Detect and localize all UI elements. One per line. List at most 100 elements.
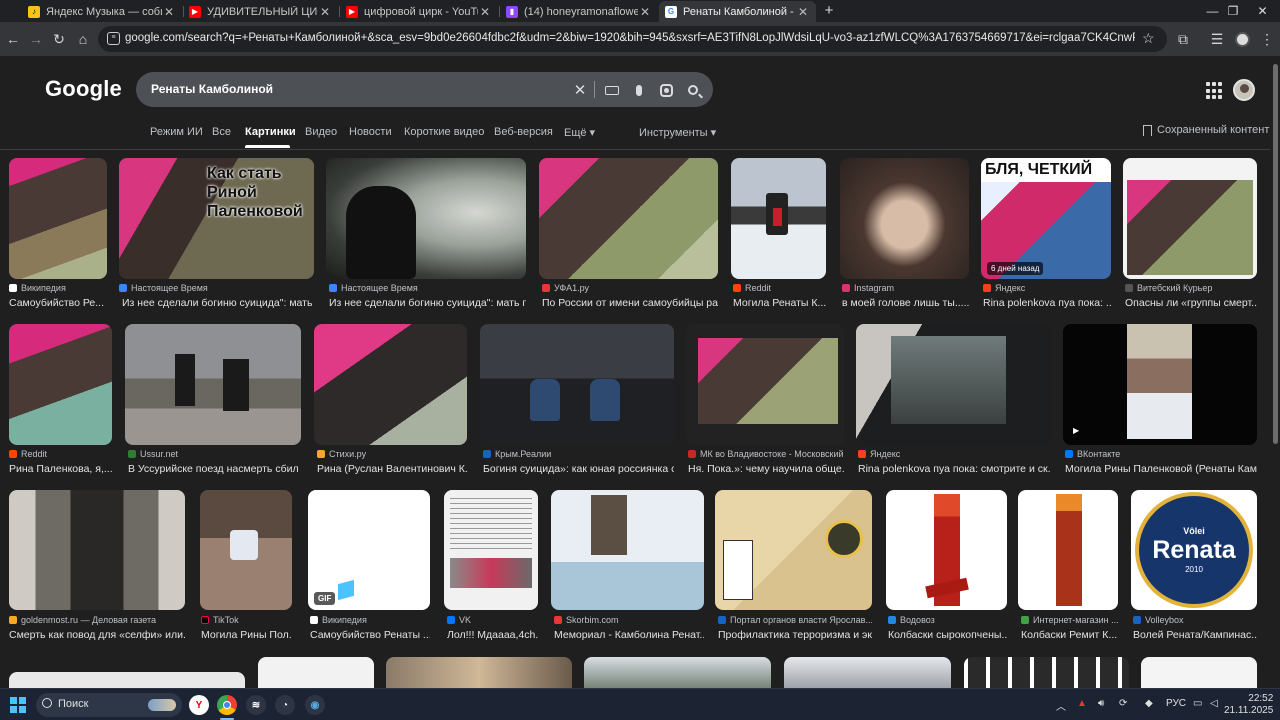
close-tab-icon[interactable]: ✕: [318, 5, 332, 19]
image-result[interactable]: Настоящее Время Из нее сделали богиню су…: [326, 158, 526, 309]
forward-button[interactable]: →: [25, 28, 47, 50]
tab-ai-mode[interactable]: Режим ИИ: [150, 126, 203, 138]
image-result[interactable]: Водовоз Колбаски сырокопчены...: [886, 490, 1007, 641]
result-thumbnail[interactable]: [551, 490, 704, 610]
taskbar-search[interactable]: Поиск: [36, 693, 182, 717]
close-tab-icon[interactable]: ✕: [162, 5, 176, 19]
tray-app-icon[interactable]: ▲: [1077, 698, 1087, 709]
image-result[interactable]: [964, 657, 1129, 688]
address-bar[interactable]: ≡ google.com/search?q=+Ренаты+Камболиной…: [98, 26, 1167, 52]
image-result[interactable]: [1141, 657, 1257, 688]
image-result[interactable]: Vôlei Renata 2010 Volleybox Волей Рената…: [1131, 490, 1257, 641]
close-tab-icon[interactable]: ✕: [638, 5, 652, 19]
tab-web[interactable]: Веб-версия: [494, 126, 553, 138]
tab-google-search[interactable]: G Ренаты Камболиной - Поиск в ✕: [659, 1, 816, 22]
search-icon[interactable]: [684, 81, 703, 99]
result-thumbnail[interactable]: [326, 158, 526, 279]
app-icon-2[interactable]: ◉: [305, 695, 325, 715]
image-result[interactable]: goldenmost.ru — Деловая газета Смерть ка…: [9, 490, 185, 641]
tray-expand-icon[interactable]: ︿: [1056, 698, 1066, 713]
result-thumbnail[interactable]: ▶: [1063, 324, 1257, 445]
tab-short-videos[interactable]: Короткие видео: [404, 126, 484, 138]
result-thumbnail[interactable]: [1018, 490, 1118, 610]
result-thumbnail[interactable]: Vôlei Renata 2010: [1131, 490, 1257, 610]
menu-icon[interactable]: ⋮: [1256, 28, 1278, 50]
app-icon[interactable]: ◔: [275, 695, 295, 715]
result-thumbnail[interactable]: [964, 657, 1129, 688]
result-thumbnail[interactable]: GIF: [308, 490, 430, 610]
language-indicator[interactable]: РУС: [1166, 698, 1186, 709]
result-thumbnail[interactable]: [539, 158, 718, 279]
yandex-browser-icon[interactable]: Y: [189, 695, 209, 715]
page-scrollbar[interactable]: [1270, 56, 1280, 688]
volume-icon[interactable]: 🔊︎: [1098, 698, 1104, 709]
new-tab-button[interactable]: +: [821, 2, 837, 20]
image-result[interactable]: Интернет-магазин ... Колбаски Ремит К...: [1018, 490, 1118, 641]
result-thumbnail[interactable]: [200, 490, 292, 610]
account-avatar[interactable]: [1233, 79, 1255, 101]
network-icon[interactable]: ▭: [1193, 698, 1202, 709]
result-thumbnail[interactable]: БЛЯ, ЧЕТКИЙ 6 дней назад: [981, 158, 1111, 279]
image-result[interactable]: ▶ ВКонтакте Могила Рины Паленковой (Рена…: [1063, 324, 1257, 475]
result-thumbnail[interactable]: [584, 657, 771, 688]
saved-content-link[interactable]: Сохраненный контент: [1143, 124, 1269, 136]
result-thumbnail[interactable]: [886, 490, 1007, 610]
tab-videos[interactable]: Видео: [305, 126, 337, 138]
result-thumbnail[interactable]: [9, 490, 185, 610]
extensions-icon[interactable]: ⧉: [1172, 28, 1194, 50]
search-box[interactable]: Ренаты Камболиной ✕: [136, 72, 713, 107]
tab-youtube-2[interactable]: ▶ цифровой цирк - YouTube ✕: [340, 1, 498, 22]
image-result[interactable]: Стихи.ру Рина (Руслан Валентинович К...: [314, 324, 467, 475]
image-result[interactable]: [784, 657, 951, 688]
tab-twitch[interactable]: ▮ (14) honeyramonaflowers - Twi ✕: [500, 1, 658, 22]
close-tab-icon[interactable]: ✕: [796, 5, 810, 19]
result-thumbnail[interactable]: [686, 324, 844, 445]
result-thumbnail[interactable]: [386, 657, 572, 688]
result-thumbnail[interactable]: [731, 158, 826, 279]
tools-button[interactable]: Инструменты ▾: [639, 126, 716, 139]
tab-youtube-1[interactable]: ▶ УДИВИТЕЛЬНЫЙ ЦИФРОВОЙ ✕: [183, 1, 338, 22]
result-thumbnail[interactable]: Как стать Риной Паленковой: [119, 158, 314, 279]
result-thumbnail[interactable]: [9, 324, 112, 445]
image-result[interactable]: Reddit Рина Паленкова, я,...: [9, 324, 112, 475]
back-button[interactable]: ←: [2, 28, 24, 50]
tab-more[interactable]: Ещё ▾: [564, 126, 595, 139]
image-result[interactable]: Витебский Курьер Опасны ли «группы смерт…: [1123, 158, 1257, 309]
taskbar-clock[interactable]: 22:52 21.11.2025: [1224, 693, 1273, 717]
image-result[interactable]: Крым.Реалии Богиня суицида»: как юная ро…: [480, 324, 674, 475]
tab-news[interactable]: Новости: [349, 126, 392, 138]
image-result[interactable]: Reddit Могила Ренаты К...: [731, 158, 826, 309]
profile-icon[interactable]: [1231, 28, 1253, 50]
result-thumbnail[interactable]: [1141, 657, 1257, 688]
search-query[interactable]: Ренаты Камболиной: [151, 82, 273, 96]
result-thumbnail[interactable]: [784, 657, 951, 688]
result-thumbnail[interactable]: [715, 490, 872, 610]
tab-yandex-music[interactable]: ♪ Яндекс Музыка — собираем м ✕: [22, 1, 182, 22]
sound-icon[interactable]: ◁: [1210, 698, 1218, 709]
image-result[interactable]: [386, 657, 572, 688]
clear-search-icon[interactable]: ✕: [571, 81, 589, 99]
result-thumbnail[interactable]: [480, 324, 674, 445]
keyboard-icon[interactable]: [603, 81, 621, 99]
result-thumbnail[interactable]: [258, 657, 374, 688]
bookmark-star-icon[interactable]: ☆: [1142, 30, 1155, 47]
image-result[interactable]: [9, 672, 245, 688]
tab-all[interactable]: Все: [212, 126, 231, 138]
chrome-icon[interactable]: [217, 695, 237, 715]
start-button[interactable]: [10, 697, 26, 713]
image-result[interactable]: [584, 657, 771, 688]
image-result[interactable]: Портал органов власти Ярослав... Профила…: [715, 490, 872, 641]
result-thumbnail[interactable]: [1123, 158, 1257, 279]
close-tab-icon[interactable]: ✕: [478, 5, 492, 19]
google-logo[interactable]: Google: [45, 76, 122, 102]
image-result[interactable]: УФА1.ру По России от имени самоубийцы ра…: [539, 158, 718, 309]
result-thumbnail[interactable]: [314, 324, 467, 445]
scrollbar-thumb[interactable]: [1273, 64, 1278, 444]
image-result[interactable]: Википедия Самоубийство Ре...: [9, 158, 107, 309]
image-result[interactable]: МК во Владивостоке - Московский... Ня. П…: [686, 324, 844, 475]
reload-button[interactable]: ↻: [48, 28, 70, 50]
site-info-icon[interactable]: ≡: [107, 32, 120, 45]
image-result[interactable]: Skorbim.com Мемориал - Камболина Ренат..…: [551, 490, 704, 641]
image-result[interactable]: GIF Википедия Самоубийство Ренаты ...: [308, 490, 430, 641]
image-result[interactable]: VK Лол!!! Мдаааа,4ch...: [444, 490, 538, 641]
